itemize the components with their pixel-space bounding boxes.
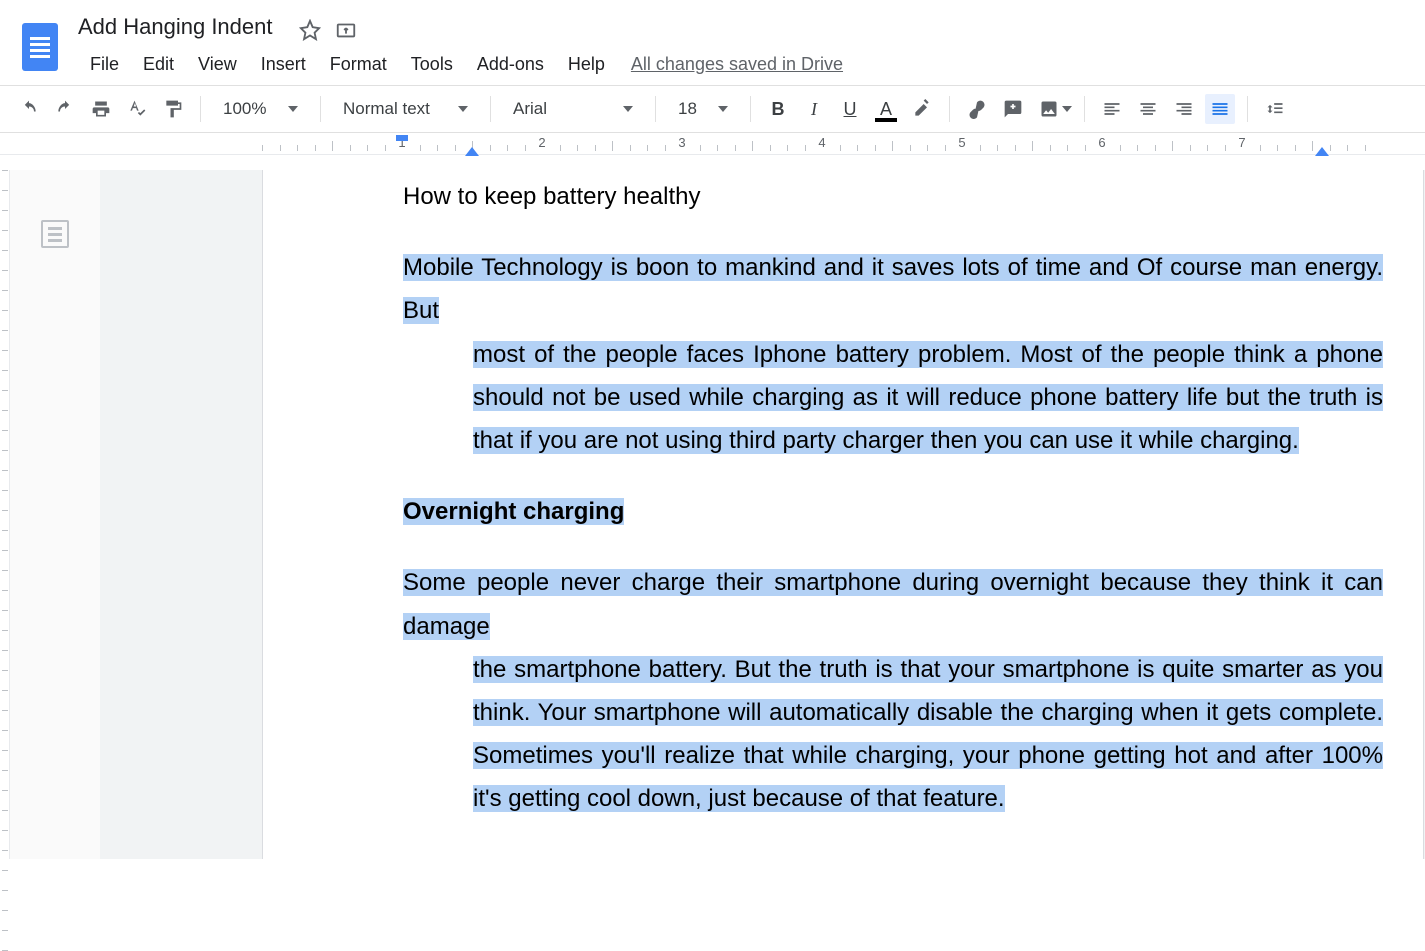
outline-toggle-icon[interactable]: [41, 220, 69, 248]
chevron-down-icon[interactable]: [1062, 106, 1072, 112]
heading: Switch off your phone: [403, 848, 1383, 859]
docs-logo[interactable]: [18, 19, 62, 75]
paragraph: Some people never charge their smartphon…: [403, 561, 1383, 820]
italic-button[interactable]: I: [799, 94, 829, 124]
star-icon[interactable]: [299, 19, 321, 41]
body-text: How to keep battery healthy: [403, 175, 1383, 218]
spellcheck-button[interactable]: [122, 94, 152, 124]
print-button[interactable]: [86, 94, 116, 124]
align-right-button[interactable]: [1169, 94, 1199, 124]
add-comment-button[interactable]: [998, 94, 1028, 124]
menu-format[interactable]: Format: [318, 48, 399, 81]
insert-link-button[interactable]: [962, 94, 992, 124]
heading: Overnight charging: [403, 490, 1383, 533]
chevron-down-icon: [623, 106, 633, 112]
chevron-down-icon: [718, 106, 728, 112]
align-justify-button[interactable]: [1205, 94, 1235, 124]
chevron-down-icon: [288, 106, 298, 112]
menu-view[interactable]: View: [186, 48, 249, 81]
save-status[interactable]: All changes saved in Drive: [631, 54, 843, 75]
redo-button[interactable]: [50, 94, 80, 124]
menu-edit[interactable]: Edit: [131, 48, 186, 81]
menu-addons[interactable]: Add-ons: [465, 48, 556, 81]
bold-button[interactable]: B: [763, 94, 793, 124]
document-page[interactable]: How to keep battery healthy Mobile Techn…: [262, 170, 1424, 859]
menu-tools[interactable]: Tools: [399, 48, 465, 81]
zoom-select[interactable]: 100%: [213, 99, 308, 119]
outline-panel: [10, 170, 100, 859]
underline-button[interactable]: U: [835, 94, 865, 124]
menu-insert[interactable]: Insert: [249, 48, 318, 81]
horizontal-ruler[interactable]: 1234567: [0, 133, 1425, 155]
menubar: File Edit View Insert Format Tools Add-o…: [78, 48, 1407, 81]
chevron-down-icon: [458, 106, 468, 112]
font-size-select[interactable]: 18: [668, 99, 738, 119]
align-left-button[interactable]: [1097, 94, 1127, 124]
paragraph: Mobile Technology is boon to mankind and…: [403, 246, 1383, 462]
font-select[interactable]: Arial: [503, 99, 643, 119]
paint-format-button[interactable]: [158, 94, 188, 124]
document-title[interactable]: Add Hanging Indent: [78, 12, 273, 42]
vertical-ruler[interactable]: [0, 170, 10, 859]
move-icon[interactable]: [335, 19, 357, 41]
menu-file[interactable]: File: [78, 48, 131, 81]
undo-button[interactable]: [14, 94, 44, 124]
line-spacing-button[interactable]: [1260, 94, 1290, 124]
toolbar: 100% Normal text Arial 18 B I U A: [0, 85, 1425, 133]
menu-help[interactable]: Help: [556, 48, 617, 81]
paragraph-style-select[interactable]: Normal text: [333, 99, 478, 119]
highlight-button[interactable]: [907, 94, 937, 124]
align-center-button[interactable]: [1133, 94, 1163, 124]
insert-image-button[interactable]: [1034, 94, 1064, 124]
text-color-button[interactable]: A: [871, 94, 901, 124]
